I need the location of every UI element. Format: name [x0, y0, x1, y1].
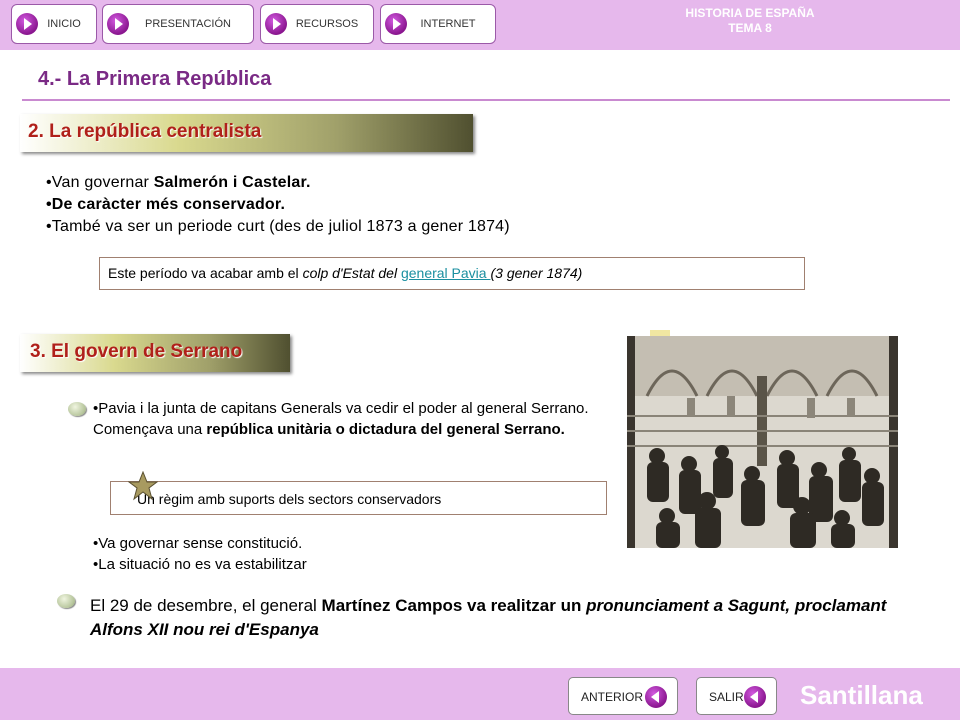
list-item: •Va governar sense constitució.	[93, 535, 303, 552]
bullet-list: •Van governar Salmerón i Castelar. •De c…	[46, 172, 510, 238]
arrow-icon	[107, 13, 129, 35]
star-icon[interactable]	[128, 471, 158, 501]
nav-internet-label: INTERNET	[420, 18, 476, 30]
salir-button[interactable]: SALIR	[696, 677, 777, 715]
arrow-icon	[385, 13, 407, 35]
arrow-icon	[16, 13, 38, 35]
anterior-label: ANTERIOR	[581, 690, 644, 704]
arrow-icon	[265, 13, 287, 35]
title-divider	[22, 99, 950, 101]
paragraph-bold: Martínez Campos va realitzar un	[321, 596, 587, 615]
info-box: Un règim amb suports dels sectors conser…	[110, 481, 607, 515]
nav-inicio-button[interactable]: INICIO	[11, 4, 97, 44]
paragraph-bold-italic: pronunciament a Sagunt,	[586, 596, 795, 615]
parliament-engraving-image	[627, 336, 898, 548]
paragraph-text: El 29 de desembre, el general	[90, 596, 322, 615]
list-item-text: •Van governar	[46, 174, 154, 191]
paragraph: •Pavia i la junta de capitans Generals v…	[93, 398, 593, 440]
list-item: •Van governar Salmerón i Castelar.	[46, 172, 510, 194]
section-heading-bar: 2. La república centralista	[20, 114, 473, 152]
back-arrow-icon	[645, 686, 667, 708]
section-heading: 3. El govern de Serrano	[30, 341, 243, 362]
nav-inicio-label: INICIO	[47, 18, 81, 30]
list-item: •La situació no es va estabilitzar	[93, 556, 307, 573]
bullet-circle-icon[interactable]	[57, 594, 75, 608]
info-box: Este período va acabar amb el colp d'Est…	[99, 257, 805, 290]
brand-logo: Santillana	[800, 680, 923, 710]
info-italic: (3 gener 1874)	[490, 265, 583, 281]
header-title: HISTORIA DE ESPAÑA TEMA 8	[650, 6, 850, 36]
nav-presentacion-label: PRESENTACIÓN	[145, 18, 231, 30]
page-title: 4.- La Primera República	[38, 68, 272, 90]
nav-internet-button[interactable]: INTERNET	[380, 4, 496, 44]
salir-label: SALIR	[709, 690, 744, 704]
anterior-button[interactable]: ANTERIOR	[568, 677, 678, 715]
general-pavia-link[interactable]: general Pavia	[401, 265, 491, 281]
list-item-bold: •De caràcter més conservador.	[46, 196, 286, 213]
info-italic: colp d'Estat del	[302, 265, 401, 281]
list-item-text: •També va ser un periode curt (des de ju…	[46, 218, 510, 235]
header-title-line1: HISTORIA DE ESPAÑA	[685, 6, 815, 20]
back-arrow-icon	[744, 686, 766, 708]
nav-presentacion-button[interactable]: PRESENTACIÓN	[102, 4, 254, 44]
section-heading: 2. La república centralista	[28, 121, 262, 142]
info-text: Un règim amb suports dels sectors conser…	[137, 491, 442, 507]
bullet-list: •Va governar sense constitució. •La situ…	[93, 533, 307, 575]
nav-recursos-button[interactable]: RECURSOS	[260, 4, 374, 44]
paragraph: El 29 de desembre, el general Martínez C…	[90, 594, 920, 642]
bullet-circle-icon[interactable]	[68, 402, 86, 416]
list-item: •De caràcter més conservador.	[46, 194, 510, 216]
section-heading-bar: 3. El govern de Serrano	[20, 334, 290, 372]
list-item: •També va ser un periode curt (des de ju…	[46, 216, 510, 238]
list-item-bold: Salmerón i Castelar.	[153, 174, 311, 191]
info-text: Este período va acabar amb el	[108, 265, 303, 281]
paragraph-bold: república unitària o dictadura del gener…	[206, 421, 565, 438]
nav-recursos-label: RECURSOS	[295, 18, 359, 30]
header-title-line2: TEMA 8	[728, 21, 772, 35]
